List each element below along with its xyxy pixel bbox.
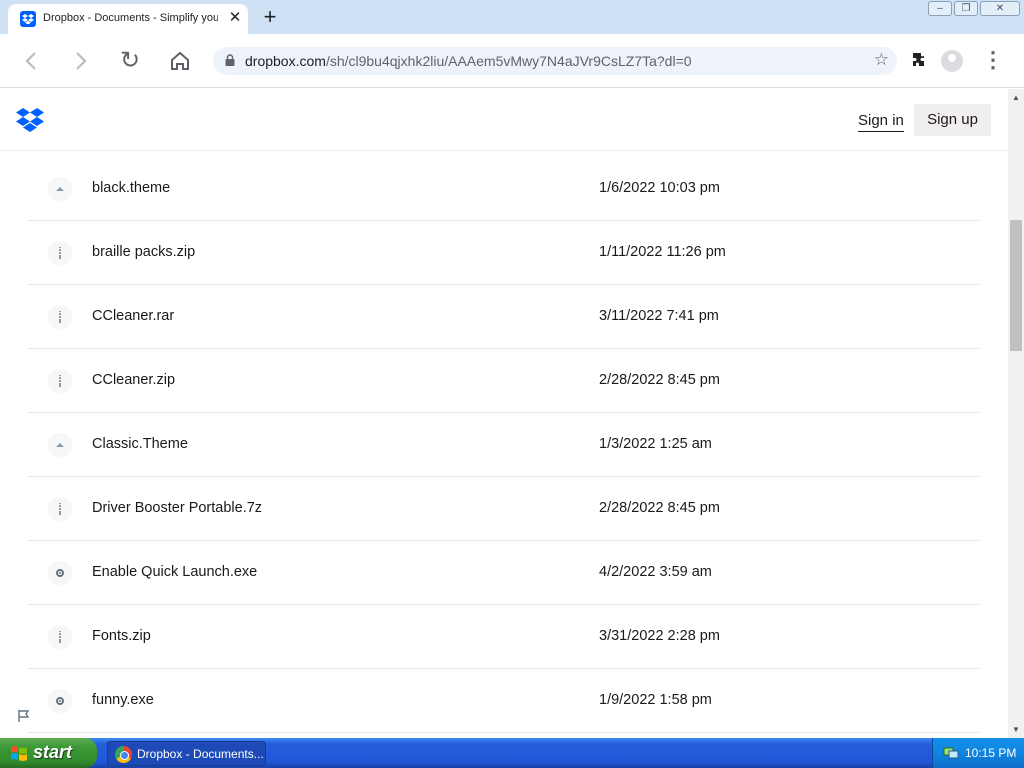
file-modified-date: 4/2/2022 3:59 am bbox=[599, 564, 712, 580]
theme-file-icon bbox=[48, 433, 72, 457]
close-icon[interactable]: ✕ bbox=[980, 1, 1020, 16]
profile-avatar-icon[interactable] bbox=[941, 50, 963, 72]
browser-tab-strip: Dropbox - Documents - Simplify your ✕ + … bbox=[0, 0, 1024, 34]
dropbox-logo-icon[interactable] bbox=[16, 108, 44, 132]
scrollbar-thumb[interactable] bbox=[1010, 220, 1022, 351]
start-label: start bbox=[33, 742, 73, 762]
file-row[interactable]: braille packs.zip 1/11/2022 11:26 pm bbox=[28, 221, 979, 285]
file-name[interactable]: Driver Booster Portable.7z bbox=[92, 500, 262, 516]
file-modified-date: 1/3/2022 1:25 am bbox=[599, 436, 712, 452]
file-row[interactable]: CCleaner.rar 3/11/2022 7:41 pm bbox=[28, 285, 979, 349]
file-modified-date: 1/11/2022 11:26 pm bbox=[599, 244, 726, 260]
file-name[interactable]: braille packs.zip bbox=[92, 244, 195, 260]
zip-file-icon bbox=[48, 625, 72, 649]
zip-file-icon bbox=[48, 241, 72, 265]
exe-file-icon bbox=[48, 561, 72, 585]
url-path: /sh/cl9bu4qjxhk2liu/AAAem5vMwy7N4aJVr9Cs… bbox=[325, 53, 692, 69]
browser-menu-icon[interactable]: ⋮ bbox=[982, 47, 1004, 75]
file-row[interactable]: Driver Booster Portable.7z 2/28/2022 8:45… bbox=[28, 477, 979, 541]
zip-file-icon bbox=[48, 369, 72, 393]
file-name[interactable]: Fonts.zip bbox=[92, 628, 151, 644]
file-row[interactable]: CCleaner.zip 2/28/2022 8:45 pm bbox=[28, 349, 979, 413]
window-controls: – ❐ ✕ bbox=[926, 1, 1020, 17]
file-modified-date: 1/9/2022 1:58 pm bbox=[599, 692, 712, 708]
extensions-icon[interactable] bbox=[909, 49, 931, 71]
bookmark-star-icon[interactable]: ☆ bbox=[874, 50, 889, 70]
browser-tab[interactable]: Dropbox - Documents - Simplify your ✕ bbox=[8, 4, 248, 34]
scroll-down-icon[interactable]: ▼ bbox=[1008, 721, 1024, 738]
zip-file-icon bbox=[48, 305, 72, 329]
file-modified-date: 2/28/2022 8:45 pm bbox=[599, 372, 720, 388]
scroll-up-icon[interactable]: ▲ bbox=[1008, 89, 1024, 106]
zip-file-icon bbox=[48, 497, 72, 521]
file-name[interactable]: Classic.Theme bbox=[92, 436, 188, 452]
network-icon[interactable] bbox=[943, 746, 959, 760]
file-name[interactable]: CCleaner.rar bbox=[92, 308, 174, 324]
file-row[interactable]: Fonts.zip 3/31/2022 2:28 pm bbox=[28, 605, 979, 669]
sign-up-button[interactable]: Sign up bbox=[914, 104, 991, 136]
file-modified-date: 1/6/2022 10:03 pm bbox=[599, 180, 720, 196]
flag-icon[interactable] bbox=[17, 709, 31, 726]
file-modified-date: 2/28/2022 8:45 pm bbox=[599, 500, 720, 516]
lock-icon bbox=[225, 54, 235, 66]
restore-icon[interactable]: ❐ bbox=[954, 1, 978, 16]
tab-close-icon[interactable]: ✕ bbox=[226, 9, 244, 27]
exe-file-icon bbox=[48, 689, 72, 713]
new-tab-button[interactable]: + bbox=[258, 6, 282, 30]
url-host: dropbox.com bbox=[245, 53, 326, 69]
minimize-icon[interactable]: – bbox=[928, 1, 952, 16]
browser-toolbar: ↻ dropbox.com/sh/cl9bu4qjxhk2liu/AAAem5v… bbox=[0, 34, 1024, 88]
file-name[interactable]: CCleaner.zip bbox=[92, 372, 175, 388]
file-name[interactable]: black.theme bbox=[92, 180, 170, 196]
file-row[interactable]: black.theme 1/6/2022 10:03 pm bbox=[28, 157, 979, 221]
back-icon[interactable] bbox=[17, 47, 45, 75]
windows-logo-icon bbox=[11, 746, 27, 761]
clock: 10:15 PM bbox=[965, 746, 1017, 760]
file-row[interactable]: Classic.Theme 1/3/2022 1:25 am bbox=[28, 413, 979, 477]
start-button[interactable]: start bbox=[0, 738, 97, 768]
address-bar[interactable]: dropbox.com/sh/cl9bu4qjxhk2liu/AAAem5vMw… bbox=[213, 47, 897, 75]
tab-title: Dropbox - Documents - Simplify your bbox=[43, 12, 218, 24]
file-row[interactable]: Enable Quick Launch.exe 4/2/2022 3:59 am bbox=[28, 541, 979, 605]
sign-in-link[interactable]: Sign in bbox=[858, 112, 904, 132]
page-scrollbar[interactable]: ▲ ▼ bbox=[1008, 89, 1024, 738]
file-modified-date: 3/31/2022 2:28 pm bbox=[599, 628, 720, 644]
reload-icon[interactable]: ↻ bbox=[116, 47, 144, 75]
home-icon[interactable] bbox=[166, 47, 194, 75]
theme-file-icon bbox=[48, 177, 72, 201]
system-tray: 10:15 PM bbox=[932, 738, 1024, 768]
file-name[interactable]: funny.exe bbox=[92, 692, 154, 708]
dropbox-favicon-icon bbox=[20, 11, 36, 27]
taskbar-item-chrome[interactable]: Dropbox - Documents... bbox=[107, 741, 266, 766]
file-row[interactable]: funny.exe 1/9/2022 1:58 pm bbox=[28, 669, 979, 733]
file-modified-date: 3/11/2022 7:41 pm bbox=[599, 308, 719, 324]
site-header: Sign in Sign up bbox=[0, 89, 1008, 151]
url-text: dropbox.com/sh/cl9bu4qjxhk2liu/AAAem5vMw… bbox=[245, 53, 692, 69]
chrome-icon bbox=[115, 746, 132, 763]
taskbar: start Dropbox - Documents... 10:15 PM bbox=[0, 738, 1024, 768]
forward-icon[interactable] bbox=[67, 47, 95, 75]
taskbar-item-label: Dropbox - Documents... bbox=[137, 747, 264, 761]
file-list: black.theme 1/6/2022 10:03 pm braille pack… bbox=[28, 157, 979, 733]
page-content: Sign in Sign up black.theme 1/6/2022 10:0… bbox=[0, 89, 1008, 738]
file-name[interactable]: Enable Quick Launch.exe bbox=[92, 564, 257, 580]
